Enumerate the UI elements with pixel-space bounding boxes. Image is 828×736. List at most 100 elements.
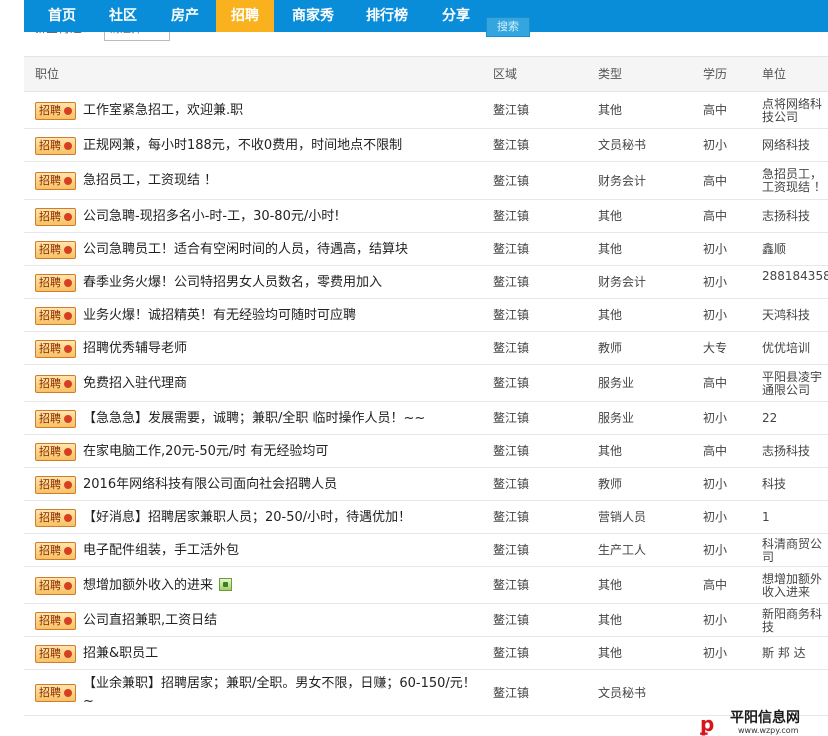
table-row[interactable]: 招聘 工作室紧急招工，欢迎兼.职 鳌江镇 其他 高中 点将网络科技公司 (24, 92, 828, 129)
unit-cell: 科清商贸公司 (762, 537, 823, 564)
tag-dot-icon (64, 513, 72, 522)
job-title-link[interactable]: 公司急聘-现招多名小-时-工，30-80元/小时! (83, 208, 339, 226)
job-title-cell: 招聘 公司急聘-现招多名小-时-工，30-80元/小时! (35, 200, 485, 233)
table-row[interactable]: 招聘 2016年网络科技有限公司面向社会招聘人员 鳌江镇 教师 初小 科技 (24, 468, 828, 501)
unit-cell: 科技 (762, 477, 787, 491)
type-cell: 营销人员 (598, 510, 647, 524)
area-cell: 鳌江镇 (493, 510, 530, 524)
tag-dot-icon (64, 546, 72, 555)
table-row[interactable]: 招聘 急招员工，工资现结 ！ 鳌江镇 财务会计 高中 急招员工，工资现结 ！ (24, 162, 828, 200)
job-title-link[interactable]: 业务火爆！诚招精英！有无经验均可随时可应聘 (83, 307, 356, 325)
job-title-link[interactable]: 2016年网络科技有限公司面向社会招聘人员 (83, 476, 337, 494)
recruit-tag-label: 招聘 (39, 376, 61, 390)
edu-cell: 初小 (703, 411, 728, 425)
table-header: 职位 区域 类型 学历 单位 (24, 57, 828, 92)
area-cell: 鳌江镇 (493, 341, 530, 355)
job-title-text: 电子配件组装，手工活外包 (83, 542, 240, 558)
recruit-tag: 招聘 (35, 508, 76, 527)
table-row[interactable]: 招聘 公司急聘员工！适合有空闲时间的人员，待遇高，结算块 鳌江镇 其他 初小 鑫顺 (24, 233, 828, 266)
table-row[interactable]: 招聘 电子配件组装，手工活外包 鳌江镇 生产工人 初小 科清商贸公司 (24, 534, 828, 567)
job-title-link[interactable]: 【业余兼职】招聘居家；兼职/全职。男女不限，日赚；60-150/元！~ (83, 675, 485, 711)
area-cell: 鳌江镇 (493, 103, 530, 117)
job-title-link[interactable]: 想增加额外收入的进来 (83, 577, 233, 595)
table-row[interactable]: 招聘 正规网兼，每小时188元，不收0费用，时间地点不限制 鳌江镇 文员秘书 初小 网络科… (24, 129, 828, 162)
recruit-tag: 招聘 (35, 207, 76, 226)
recruit-tag-label: 招聘 (39, 138, 61, 152)
type-cell: 教师 (598, 341, 623, 355)
job-title-link[interactable]: 工作室紧急招工，欢迎兼.职 (83, 102, 243, 120)
area-cell: 鳌江镇 (493, 308, 530, 322)
nav-item-realestate[interactable]: 房产 (158, 0, 212, 32)
unit-cell: 网络科技 (762, 138, 811, 152)
nav-item-share[interactable]: 分享 (428, 0, 484, 32)
table-row[interactable]: 招聘 公司急聘-现招多名小-时-工，30-80元/小时! 鳌江镇 其他 高中 志扬科技 (24, 200, 828, 233)
table-row[interactable]: 招聘 想增加额外收入的进来 鳌江镇 其他 高中 想增加额外收入进来 (24, 567, 828, 604)
job-title-link[interactable]: 公司急聘员工！适合有空闲时间的人员，待遇高，结算块 (83, 241, 408, 259)
table-row[interactable]: 招聘 【好消息】招聘居家兼职人员；20-50/小时，待遇优加！ 鳌江镇 营销人员 初小 1 (24, 501, 828, 534)
table-row[interactable]: 招聘 【业余兼职】招聘居家；兼职/全职。男女不限，日赚；60-150/元！~ 鳌江镇… (24, 670, 828, 716)
job-title-text: 公司急聘-现招多名小-时-工，30-80元/小时! (83, 208, 340, 224)
edu-cell: 高中 (703, 444, 728, 458)
search-button[interactable]: 搜索 (486, 17, 530, 37)
edu-cell: 高中 (703, 376, 728, 390)
job-title-link[interactable]: 电子配件组装，手工活外包 (83, 542, 239, 560)
nav-item-jobs[interactable]: 招聘 (216, 0, 274, 32)
type-cell: 财务会计 (598, 275, 647, 289)
edu-cell: 初小 (703, 242, 728, 256)
recruit-tag-label: 招聘 (39, 578, 61, 592)
recruit-tag-label: 招聘 (39, 209, 61, 223)
area-cell: 鳌江镇 (493, 275, 530, 289)
job-title-cell: 招聘 公司直招兼职,工资日结 (35, 604, 485, 637)
recruit-tag: 招聘 (35, 541, 76, 560)
table-row[interactable]: 招聘 【急急急】发展需要，诚聘；兼职/全职 临时操作人员！~~ 鳌江镇 服务业 初小 22 (24, 402, 828, 435)
job-title-cell: 招聘 【好消息】招聘居家兼职人员；20-50/小时，待遇优加！ (35, 501, 485, 534)
job-table: 职位 区域 类型 学历 单位 招聘 工作室紧急招工，欢迎兼.职 鳌江镇 其他 高中 点将网… (24, 56, 828, 716)
tag-dot-icon (64, 212, 72, 221)
area-cell: 鳌江镇 (493, 411, 530, 425)
unit-cell: 2881843588 (762, 269, 828, 283)
job-title-link[interactable]: 免费招入驻代理商 (83, 375, 187, 393)
recruit-tag: 招聘 (35, 409, 76, 428)
job-title-link[interactable]: 【急急急】发展需要，诚聘；兼职/全职 临时操作人员！~~ (83, 410, 425, 428)
type-cell: 其他 (598, 308, 623, 322)
job-title-link[interactable]: 急招员工，工资现结 ！ (83, 172, 217, 190)
unit-cell: 平阳县凌宇通限公司 (762, 370, 823, 397)
job-title-text: 在家电脑工作,20元-50元/时 有无经验均可 (83, 443, 329, 459)
header-unit: 单位 (762, 67, 787, 81)
job-title-cell: 招聘 公司急聘员工！适合有空闲时间的人员，待遇高，结算块 (35, 233, 485, 266)
type-cell: 文员秘书 (598, 138, 647, 152)
tag-dot-icon (64, 447, 72, 456)
table-row[interactable]: 招聘 在家电脑工作,20元-50元/时 有无经验均可 鳌江镇 其他 高中 志扬科技 (24, 435, 828, 468)
job-title-text: 公司直招兼职,工资日结 (83, 612, 218, 628)
job-title-link[interactable]: 在家电脑工作,20元-50元/时 有无经验均可 (83, 443, 328, 461)
recruit-tag: 招聘 (35, 101, 76, 120)
tag-dot-icon (64, 344, 72, 353)
table-row[interactable]: 招聘 免费招入驻代理商 鳌江镇 服务业 高中 平阳县凌宇通限公司 (24, 365, 828, 402)
tag-dot-icon (64, 689, 72, 697)
nav-item-community[interactable]: 社区 (96, 0, 150, 32)
nav-item-merchants[interactable]: 商家秀 (282, 0, 344, 32)
recruit-tag: 招聘 (35, 644, 76, 663)
nav-item-home[interactable]: 首页 (34, 0, 90, 32)
main-nav: 首页 社区 房产 招聘 商家秀 排行榜 分享 搜索 (24, 0, 828, 37)
edu-cell: 高中 (703, 174, 728, 188)
job-title-link[interactable]: 公司直招兼职,工资日结 (83, 612, 217, 630)
recruit-tag-label: 招聘 (39, 646, 61, 660)
job-title-link[interactable]: 招聘优秀辅导老师 (83, 340, 187, 358)
job-title-link[interactable]: 招兼&职员工 (83, 645, 158, 663)
table-row[interactable]: 招聘 招兼&职员工 鳌江镇 其他 初小 斯 邦 达 (24, 637, 828, 670)
job-title-link[interactable]: 正规网兼，每小时188元，不收0费用，时间地点不限制 (83, 137, 402, 155)
table-row[interactable]: 招聘 招聘优秀辅导老师 鳌江镇 教师 大专 优优培训 (24, 332, 828, 365)
job-title-link[interactable]: 【好消息】招聘居家兼职人员；20-50/小时，待遇优加！ (83, 509, 411, 527)
recruit-tag-label: 招聘 (39, 686, 61, 699)
job-title-text: 2016年网络科技有限公司面向社会招聘人员 (83, 476, 338, 492)
tag-dot-icon (64, 379, 72, 388)
unit-cell: 天鸿科技 (762, 308, 811, 322)
header-type: 类型 (598, 67, 623, 81)
table-row[interactable]: 招聘 业务火爆！诚招精英！有无经验均可随时可应聘 鳌江镇 其他 初小 天鸿科技 (24, 299, 828, 332)
table-row[interactable]: 招聘 春季业务火爆！公司特招男女人员数名，零费用加入 鳌江镇 财务会计 初小 288184… (24, 266, 828, 299)
table-row[interactable]: 招聘 公司直招兼职,工资日结 鳌江镇 其他 初小 新阳商务科技 (24, 604, 828, 637)
image-attachment-icon (219, 577, 233, 591)
nav-item-ranking[interactable]: 排行榜 (356, 0, 418, 32)
job-title-link[interactable]: 春季业务火爆！公司特招男女人员数名，零费用加入 (83, 274, 382, 292)
